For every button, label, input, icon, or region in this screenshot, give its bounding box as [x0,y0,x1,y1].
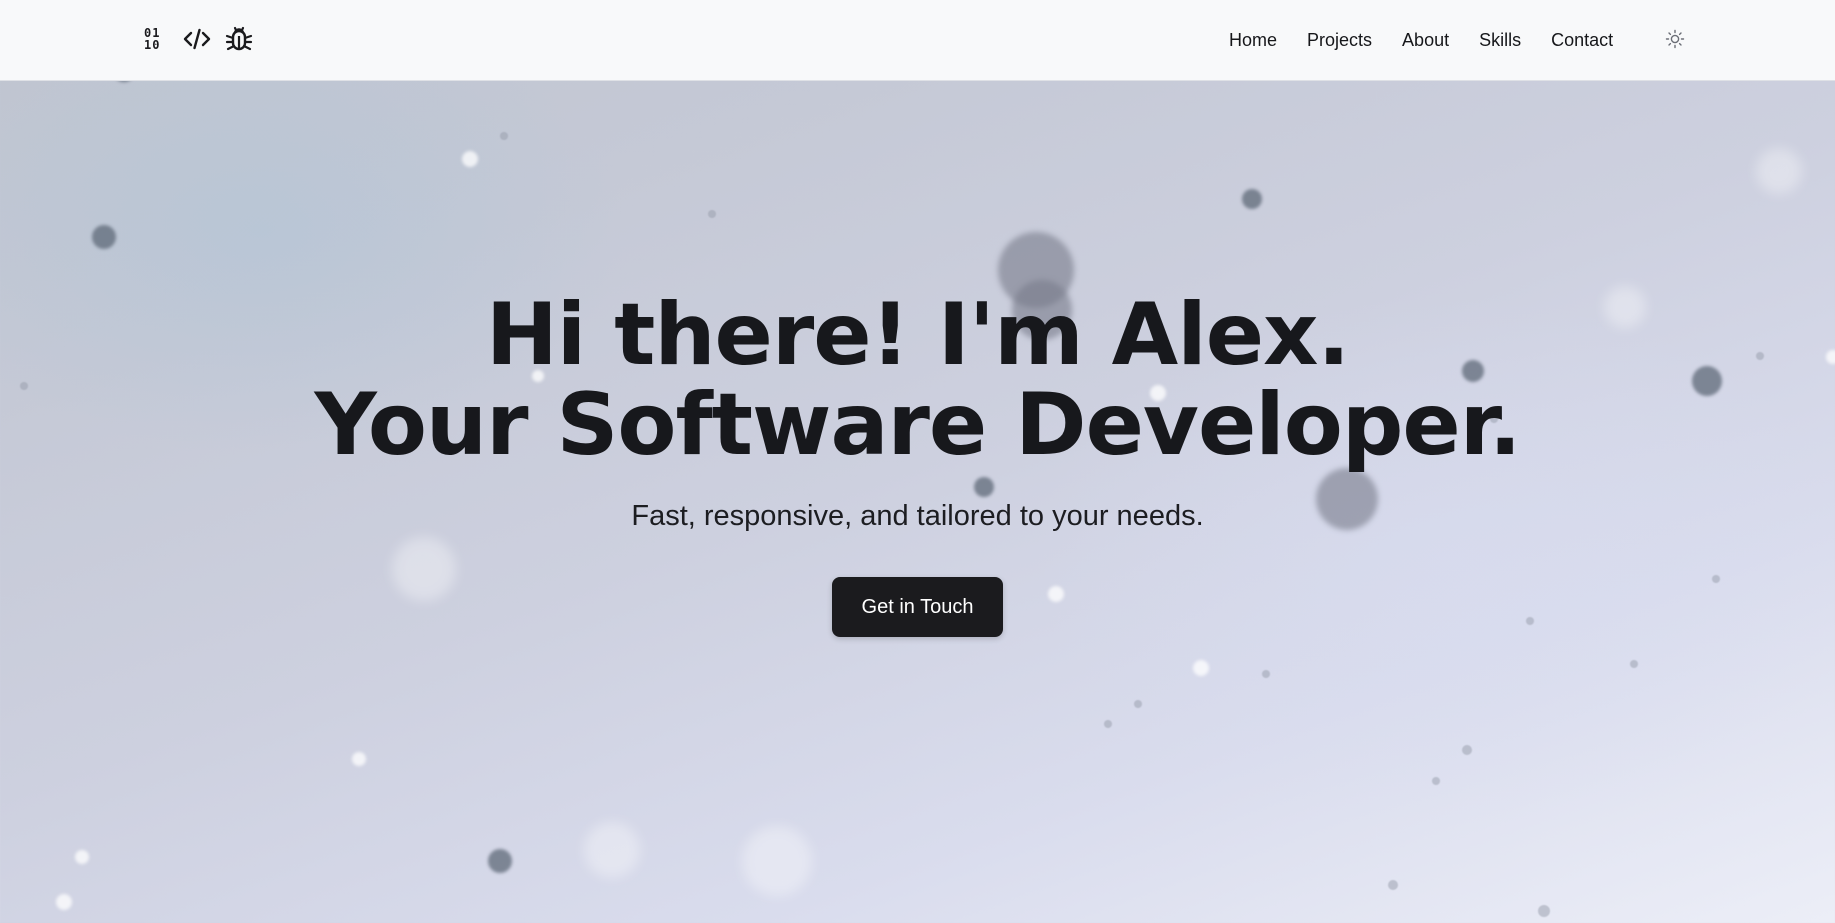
nav-link-about[interactable]: About [1402,30,1449,51]
top-navbar: 01 10 Home Projects About Skills Contact [0,0,1835,81]
headline-line-2: Your Software Developer. [314,375,1521,475]
binary-line-2: 10 [144,38,161,52]
get-in-touch-button[interactable]: Get in Touch [832,577,1003,637]
headline-line-1: Hi there! I'm Alex. [485,285,1350,385]
bug-icon [224,24,254,54]
nav-link-projects[interactable]: Projects [1307,30,1372,51]
code-icon [182,24,212,54]
logo[interactable]: 01 10 [140,24,254,54]
hero-section: Hi there! I'm Alex. Your Software Develo… [0,80,1835,923]
nav-links: Home Projects About Skills Contact [1214,30,1628,51]
sun-icon [1665,29,1685,49]
nav-link-skills[interactable]: Skills [1479,30,1521,51]
theme-toggle-button[interactable] [1664,28,1686,50]
binary-icon: 01 10 [140,24,170,54]
nav-link-home[interactable]: Home [1229,30,1277,51]
nav-link-contact[interactable]: Contact [1551,30,1613,51]
hero-subtitle: Fast, responsive, and tailored to your n… [631,500,1204,532]
hero-headline: Hi there! I'm Alex. Your Software Develo… [0,290,1835,470]
main-nav: Home Projects About Skills Contact [1214,0,1628,80]
